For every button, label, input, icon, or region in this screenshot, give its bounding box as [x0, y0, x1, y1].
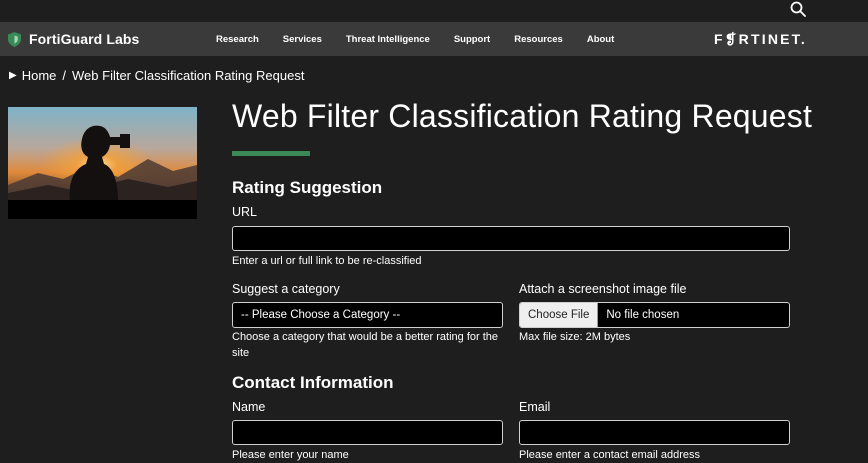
contact-section-title: Contact Information	[232, 373, 394, 392]
email-label: Email	[519, 400, 551, 414]
breadcrumb-separator: /	[62, 68, 67, 83]
brand-name: FortiGuard Labs	[29, 31, 140, 47]
page-title: Web Filter Classification Rating Request	[232, 98, 813, 134]
top-strip	[0, 0, 868, 22]
category-select[interactable]: -- Please Choose a Category --	[232, 302, 503, 328]
breadcrumb-home[interactable]: Home	[22, 68, 57, 83]
name-input[interactable]	[232, 420, 503, 445]
nav-support[interactable]: Support	[454, 34, 490, 45]
breadcrumb: ▶ Home / Web Filter Classification Ratin…	[9, 68, 304, 83]
url-label: URL	[232, 205, 258, 219]
name-label: Name	[232, 400, 266, 414]
search-icon[interactable]	[789, 0, 807, 18]
nav-services[interactable]: Services	[283, 34, 322, 45]
category-help: Choose a category that would be a better…	[232, 331, 498, 359]
category-label: Suggest a category	[232, 282, 340, 296]
file-help: Max file size: 2M bytes	[519, 331, 631, 343]
category-selected-value: -- Please Choose a Category --	[241, 309, 401, 321]
screenshot-file-input[interactable]: Choose File No file chosen	[519, 302, 790, 328]
attach-label: Attach a screenshot image file	[519, 282, 687, 296]
nav-threat-intelligence[interactable]: Threat Intelligence	[346, 34, 430, 45]
rating-section-title: Rating Suggestion	[232, 178, 383, 197]
email-input[interactable]	[519, 420, 790, 445]
fortinet-logo[interactable]: F❡RTINET.	[714, 31, 807, 48]
file-status: No file chosen	[606, 309, 680, 321]
brand[interactable]: FortiGuard Labs	[8, 22, 139, 56]
name-help: Please enter your name	[232, 449, 349, 461]
url-help: Enter a url or full link to be re-classi…	[232, 255, 422, 267]
navbar: FortiGuard Labs Research Services Threat…	[0, 22, 868, 56]
nav-research[interactable]: Research	[216, 34, 259, 45]
shield-icon	[8, 31, 21, 47]
triangle-right-icon: ▶	[9, 70, 17, 81]
breadcrumb-current: Web Filter Classification Rating Request	[72, 68, 305, 83]
nav-resources[interactable]: Resources	[514, 34, 563, 45]
email-help: Please enter a contact email address	[519, 449, 700, 461]
binoculars-silhouette-image	[8, 107, 197, 219]
hero-image	[8, 107, 197, 219]
main-nav: Research Services Threat Intelligence Su…	[216, 22, 638, 56]
nav-about[interactable]: About	[587, 34, 614, 45]
url-input[interactable]	[232, 226, 790, 251]
choose-file-button[interactable]: Choose File	[520, 303, 599, 327]
title-accent-bar	[232, 151, 310, 156]
